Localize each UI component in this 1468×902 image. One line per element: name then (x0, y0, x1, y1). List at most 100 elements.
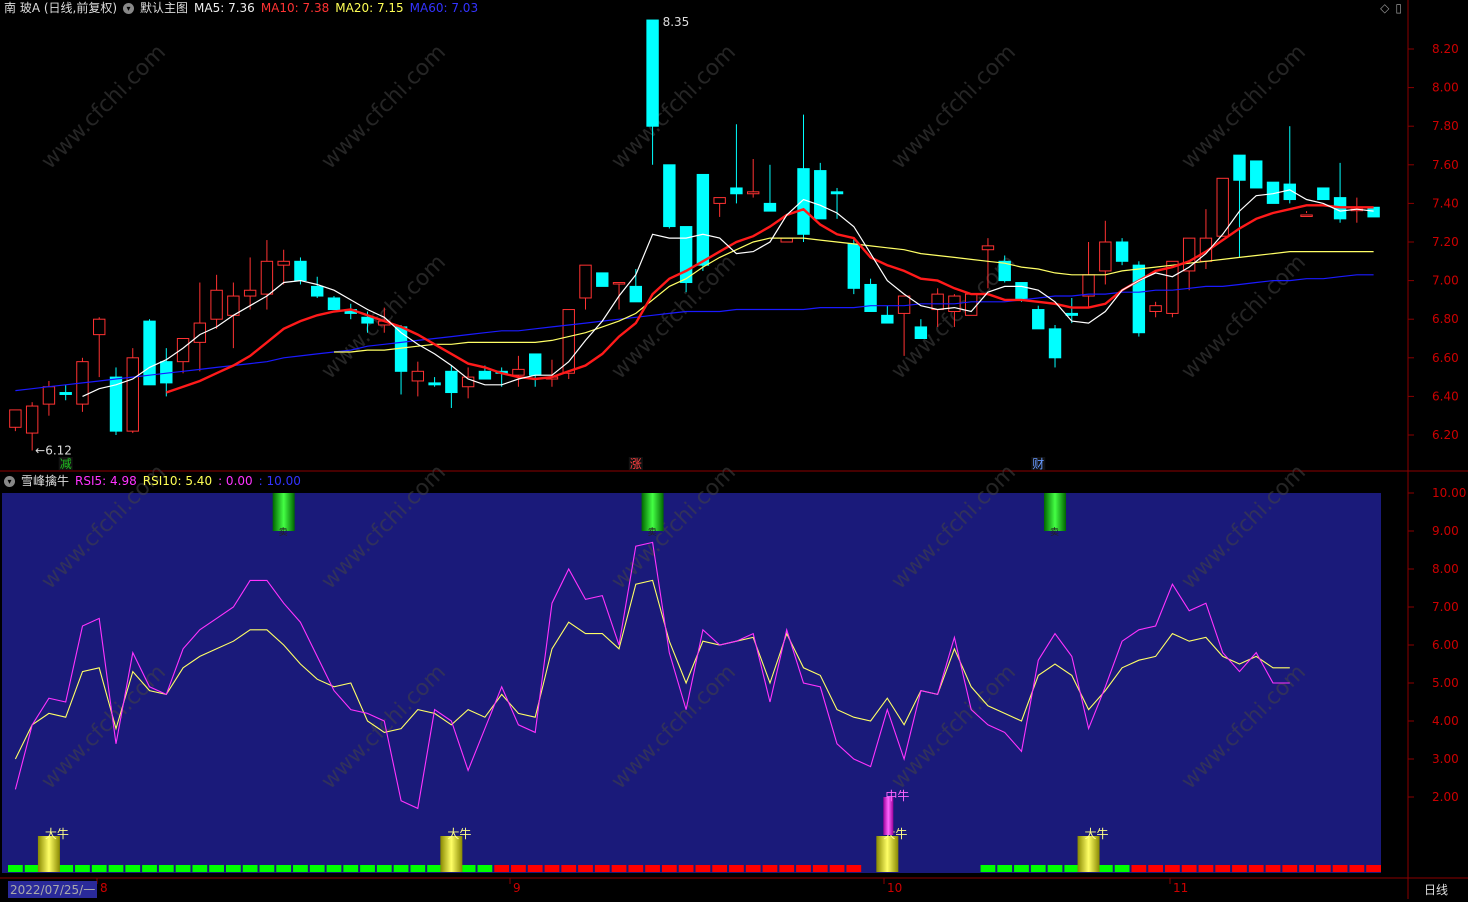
signal-strip-cell (158, 865, 174, 872)
candle-body (260, 260, 274, 295)
y-tick-label: 6.40 (1432, 389, 1459, 403)
y-tick-label: 6.60 (1432, 351, 1459, 365)
y-tick-label: 4.00 (1432, 714, 1459, 728)
bull-big-bar (876, 836, 899, 872)
candle-body (25, 405, 39, 434)
signal-strip-cell (527, 865, 543, 872)
candle-body (1065, 312, 1078, 316)
candle-body (562, 309, 575, 374)
candle-body (1216, 177, 1229, 237)
signal-strip-cell (108, 865, 124, 872)
candle-body (243, 289, 257, 297)
signal-strip-cell (309, 865, 325, 872)
candle-body (1048, 328, 1062, 359)
y-tick-label: 10.00 (1432, 486, 1466, 500)
candle-body (629, 285, 643, 303)
candle-body (311, 285, 324, 297)
signal-strip-cell (376, 865, 392, 872)
bull-big-bar (1077, 836, 1100, 872)
event-marker: 涨 (630, 456, 642, 471)
signal-strip-cell (75, 865, 90, 872)
y-tick-label: 2.00 (1432, 790, 1459, 804)
candle-body (763, 202, 777, 212)
signal-strip-cell (91, 865, 107, 872)
scroll-icon[interactable]: ▯ (1395, 1, 1402, 15)
signal-strip-cell (544, 865, 560, 872)
diamond-icon[interactable]: ◇ (1380, 1, 1389, 15)
signal-strip-cell (343, 865, 359, 872)
dropdown-icon[interactable]: ▾ (4, 476, 15, 487)
v1-readout: : 0.00 (218, 474, 253, 488)
signal-strip-cell (812, 865, 828, 872)
signal-strip-cell (360, 865, 375, 872)
event-marker: 减 (60, 457, 72, 471)
stock-title[interactable]: 南 玻A (日线,前复权) (4, 1, 117, 15)
candle-body (1182, 237, 1196, 272)
signal-strip-cell (477, 865, 493, 872)
signal-strip-cell (829, 865, 845, 872)
signal-strip-cell (1064, 865, 1080, 872)
signal-strip-cell (1114, 865, 1130, 872)
sell-signal-label: 卖 (1050, 527, 1059, 538)
rsi10-readout: RSI10: 5.40 (142, 474, 213, 488)
signal-strip-cell (1282, 865, 1298, 872)
bull-big-label: 大牛 (447, 826, 471, 841)
candle-body (361, 316, 374, 324)
y-tick-label: 6.80 (1432, 312, 1459, 326)
ma5-readout: MA5: 7.36 (194, 1, 255, 15)
candle-body (1317, 187, 1330, 201)
candle-body (1233, 154, 1246, 181)
signal-strip-cell (58, 865, 74, 872)
signal-strip-cell (242, 865, 258, 872)
signal-strip-cell (1014, 865, 1029, 872)
signal-strip-cell (1315, 865, 1331, 872)
candle-body (864, 283, 877, 312)
signal-strip-cell (846, 865, 862, 872)
y-tick-label: 7.60 (1432, 158, 1459, 172)
candle-body (327, 297, 341, 311)
candle-body (1032, 309, 1045, 330)
candle-body (9, 409, 22, 428)
signal-strip-cell (1265, 865, 1281, 872)
candle-body (830, 191, 844, 195)
signal-strip-cell (259, 865, 275, 872)
signal-strip-cell (645, 865, 660, 872)
y-tick-label: 9.00 (1432, 524, 1459, 538)
template-name[interactable]: 默认主图 (140, 1, 188, 15)
indicator-title[interactable]: 雪峰擒牛 (21, 474, 69, 488)
candle-body (612, 282, 626, 285)
x-month-label: 11 (1173, 881, 1188, 895)
dropdown-icon[interactable]: ▾ (123, 3, 135, 14)
signal-strip-cell (1215, 865, 1231, 872)
ma10-readout: MA10: 7.38 (260, 1, 330, 15)
signal-strip-cell (729, 865, 744, 872)
signal-strip-cell (1299, 865, 1314, 872)
signal-strip-cell (611, 865, 627, 872)
candle-body (914, 326, 928, 340)
signal-strip-cell (1030, 865, 1046, 872)
signal-strip-cell (511, 865, 526, 872)
y-tick-label: 6.00 (1432, 638, 1459, 652)
y-tick-label: 5.00 (1432, 676, 1459, 690)
signal-strip-cell (175, 865, 191, 872)
candle-body (713, 197, 726, 204)
signal-strip-cell (209, 865, 224, 872)
chart-canvas[interactable]: www.cfchi.com www.cfchi.com www.cfchi.com w… (0, 0, 1468, 899)
candle-body (93, 318, 106, 336)
y-tick-label: 7.20 (1432, 235, 1459, 249)
y-tick-label: 7.00 (1432, 600, 1459, 614)
sell-signal-label: 卖 (279, 527, 288, 538)
candle-body (59, 392, 72, 395)
signal-strip-cell (1232, 865, 1247, 872)
signal-strip-cell (796, 865, 811, 872)
signal-strip-cell (125, 865, 141, 872)
y-tick-label: 8.00 (1432, 81, 1459, 95)
candle-body (1250, 160, 1263, 189)
candle-body (696, 173, 710, 266)
candle-body (529, 353, 542, 376)
signal-strip-cell (8, 865, 23, 872)
period-label[interactable]: 日线 (1424, 881, 1448, 898)
candle-body (579, 264, 592, 299)
signal-strip-cell (745, 865, 761, 872)
signal-strip-cell (1165, 865, 1180, 872)
